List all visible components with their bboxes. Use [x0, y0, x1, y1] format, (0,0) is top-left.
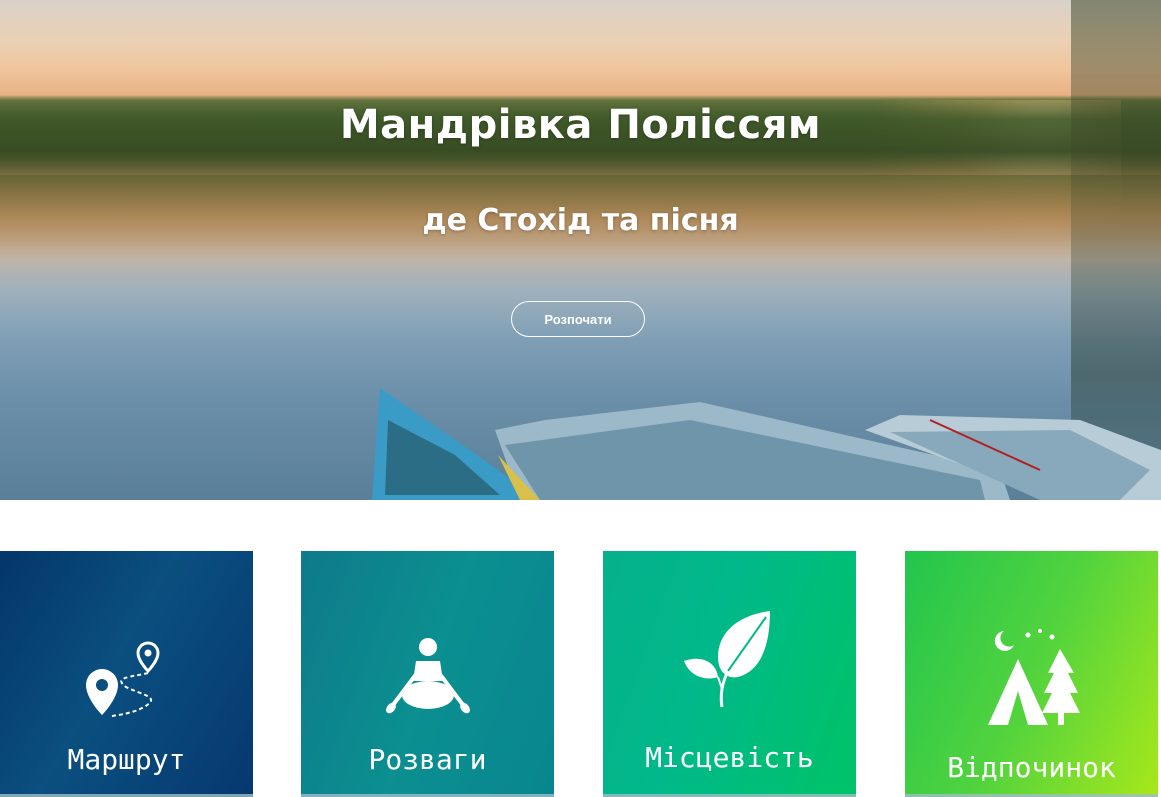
- boat-image: [372, 388, 1161, 500]
- card-route[interactable]: Маршрут: [0, 551, 253, 797]
- hero-banner: Мандрівка Поліссям де Стохід та пісня Ро…: [0, 0, 1161, 500]
- camping-tent-icon: [905, 625, 1158, 729]
- leaf-icon: [603, 607, 856, 711]
- card-terrain[interactable]: Місцевість: [603, 551, 856, 797]
- card-terrain-label: Місцевість: [645, 741, 814, 774]
- route-map-pin-icon: [0, 637, 253, 719]
- card-rest-label: Відпочинок: [947, 751, 1116, 784]
- hero-subtitle: де Стохід та пісня: [422, 203, 739, 238]
- card-entertainment[interactable]: Розваги: [301, 551, 554, 797]
- card-entertainment-label: Розваги: [368, 743, 487, 776]
- card-route-label: Маршрут: [67, 743, 186, 776]
- start-button[interactable]: Розпочати: [511, 301, 645, 337]
- hero-title: Мандрівка Поліссям: [339, 102, 822, 148]
- kayak-icon: [301, 637, 554, 717]
- card-rest[interactable]: Відпочинок: [905, 551, 1158, 797]
